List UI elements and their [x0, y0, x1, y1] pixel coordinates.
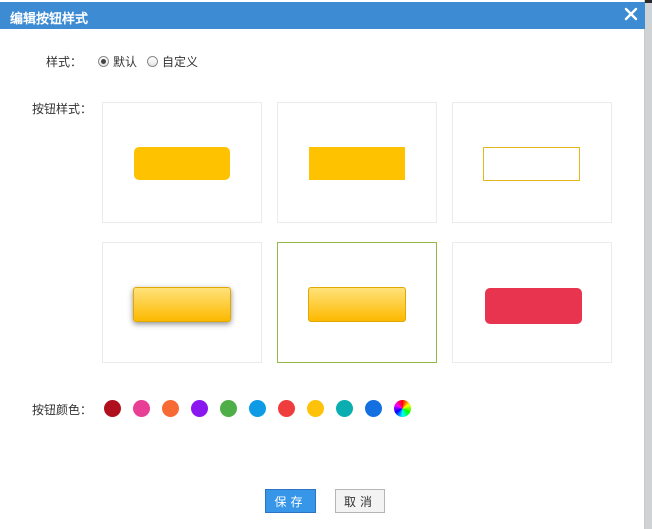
color-swatch-red[interactable]: [278, 400, 295, 417]
button-style-label: 按钮样式：: [31, 102, 92, 116]
color-swatch-green[interactable]: [220, 400, 237, 417]
style-sample-gradient: [308, 287, 406, 322]
style-option-gradient[interactable]: [277, 242, 437, 363]
color-swatch-dark-red[interactable]: [104, 400, 121, 417]
close-icon[interactable]: [622, 5, 640, 23]
style-option-outline[interactable]: [452, 102, 612, 223]
color-swatch-sky-blue[interactable]: [249, 400, 266, 417]
dialog-title: 编辑按钮样式: [10, 12, 89, 27]
color-swatch-teal[interactable]: [336, 400, 353, 417]
radio-custom[interactable]: 自定义: [147, 53, 198, 70]
save-button[interactable]: 保存: [265, 489, 316, 513]
color-picker-rainbow-icon[interactable]: [394, 400, 411, 417]
edit-button-style-dialog: 编辑按钮样式 样式： 默认 自定义 按钮样式： 按钮颜色： 保存 取消: [0, 0, 645, 529]
color-swatch-purple[interactable]: [191, 400, 208, 417]
style-sample-rounded-red: [485, 288, 582, 324]
radio-custom-circle[interactable]: [147, 56, 159, 67]
style-sample-rounded-flat: [134, 147, 230, 180]
style-option-rounded-flat[interactable]: [102, 102, 262, 223]
dialog-titlebar: 编辑按钮样式: [0, 2, 645, 29]
style-mode-label: 样式：: [45, 55, 82, 69]
color-swatch-blue[interactable]: [365, 400, 382, 417]
style-sample-outline: [483, 147, 580, 181]
style-option-raised-shadow[interactable]: [102, 242, 262, 363]
color-swatch-pink[interactable]: [133, 400, 150, 417]
color-swatch-yellow[interactable]: [307, 400, 324, 417]
radio-default[interactable]: 默认: [98, 53, 137, 70]
style-option-rounded-red[interactable]: [452, 242, 612, 363]
button-color-label: 按钮颜色：: [31, 403, 92, 417]
cancel-button[interactable]: 取消: [335, 489, 385, 513]
radio-default-circle[interactable]: [98, 56, 109, 67]
radio-custom-label: 自定义: [162, 55, 199, 69]
style-sample-raised-shadow: [133, 287, 231, 322]
style-option-square-flat[interactable]: [277, 102, 437, 223]
color-swatch-orange[interactable]: [162, 400, 179, 417]
style-sample-square-flat: [309, 147, 405, 180]
radio-default-label: 默认: [113, 55, 138, 69]
style-mode-radio-group: 默认 自定义: [98, 53, 208, 70]
